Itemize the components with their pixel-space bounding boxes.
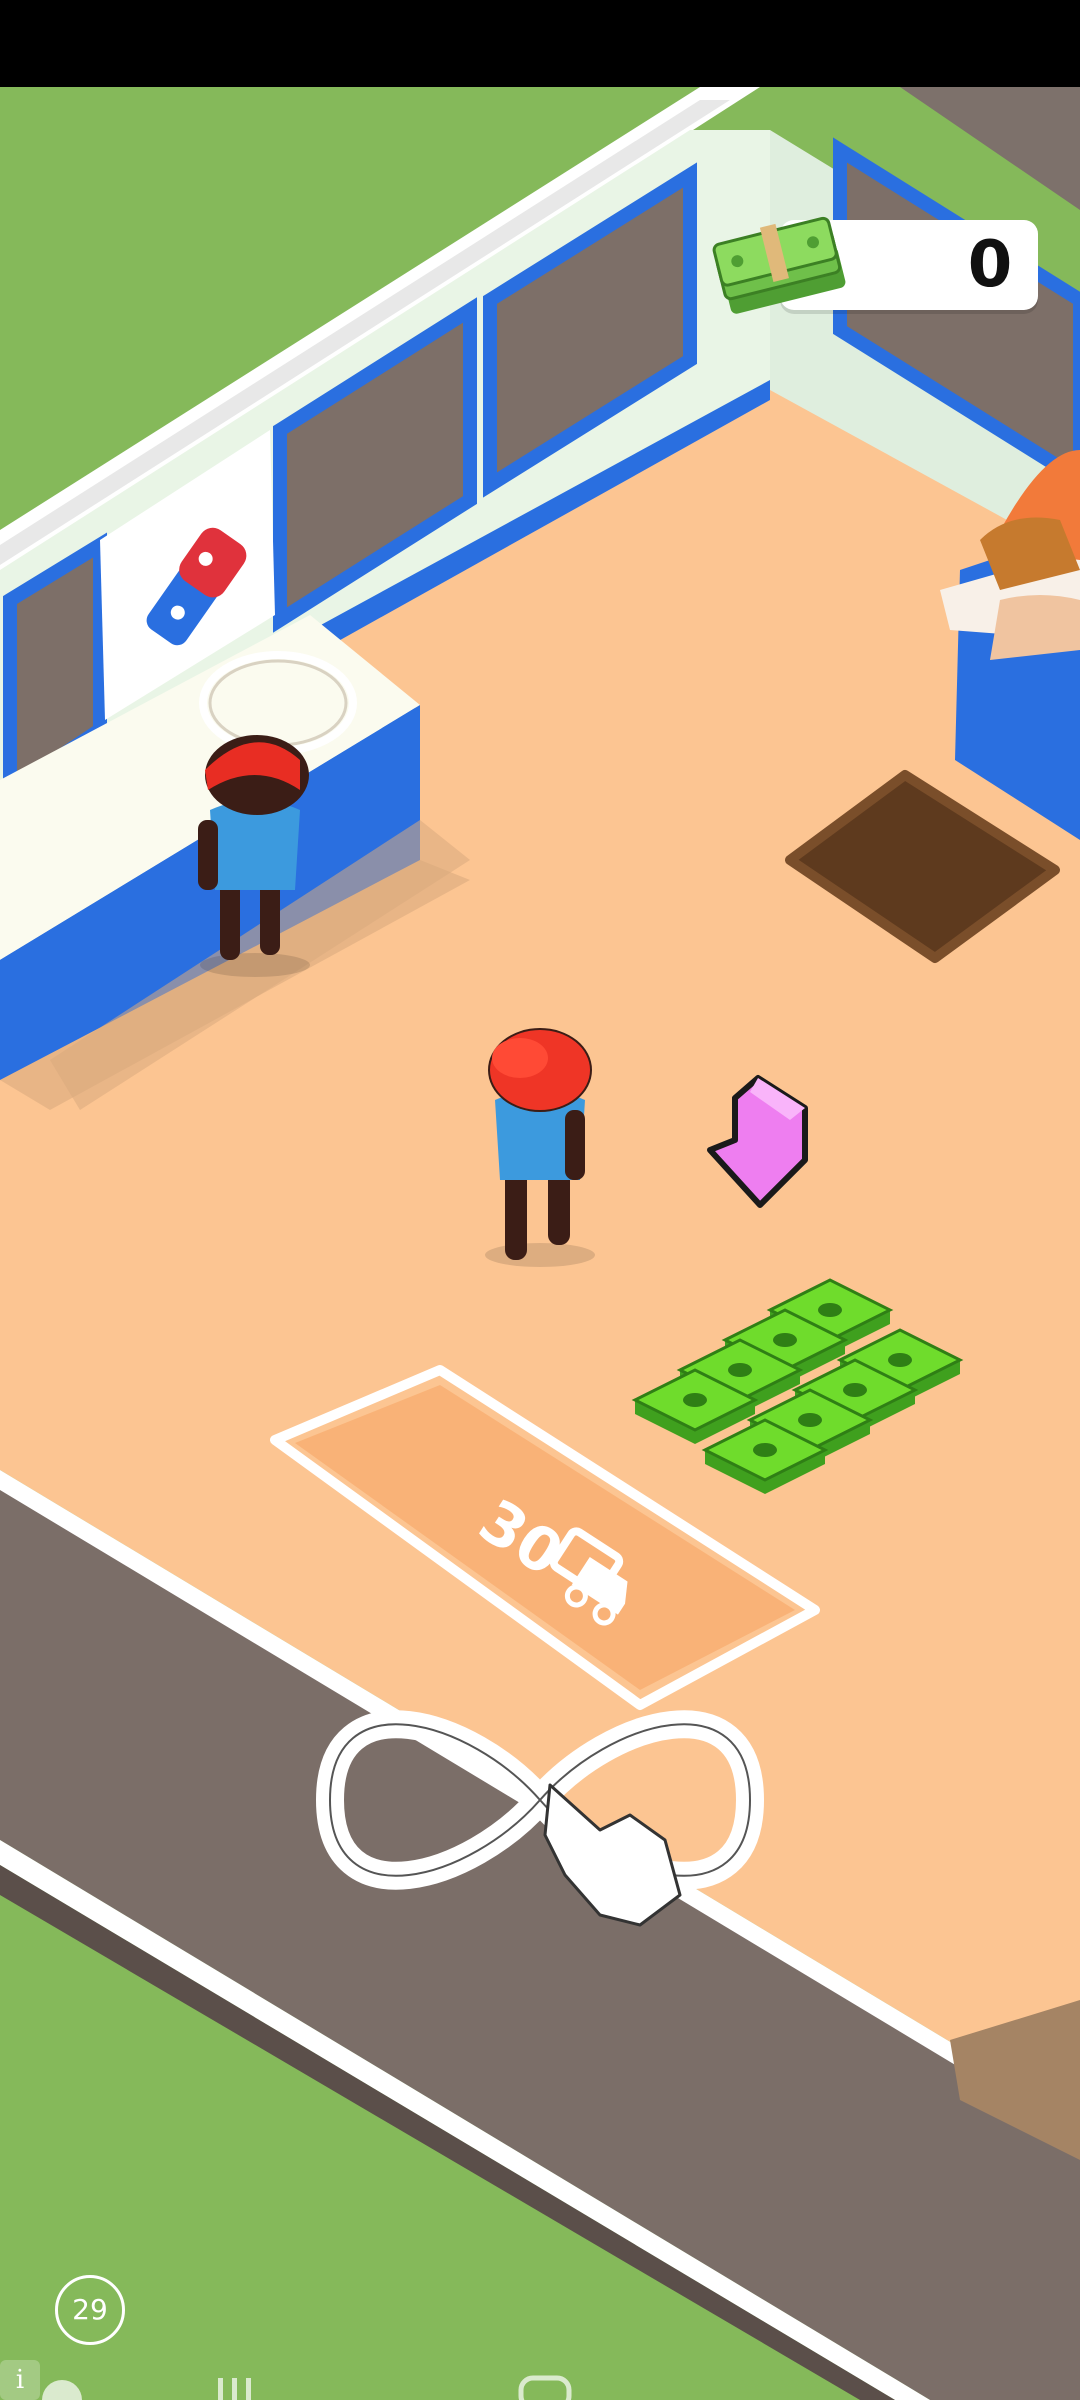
info-icon[interactable]: i [0, 2360, 40, 2400]
game-scene[interactable]: 30 [0, 0, 1080, 2400]
nav-recents-hint-icon [218, 2378, 251, 2400]
cash-stack-icon [712, 216, 846, 314]
cash-amount: 0 [967, 228, 1013, 302]
timer-badge: 29 [55, 2275, 125, 2345]
nav-home-hint-icon [518, 2375, 572, 2400]
cash-counter: 0 [710, 212, 1040, 314]
status-bar [0, 0, 1080, 87]
nav-back-hint-icon [42, 2380, 82, 2400]
